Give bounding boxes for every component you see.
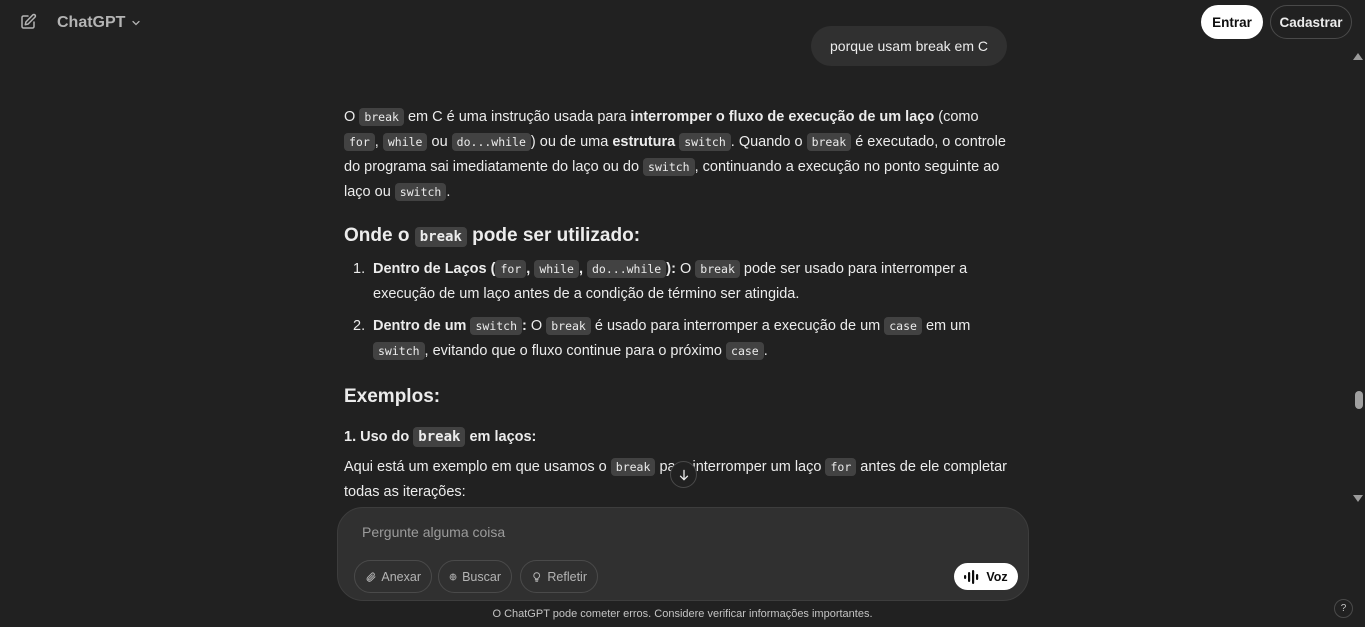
inline-code: do...while [451, 133, 531, 151]
inline-code: switch [394, 183, 447, 201]
chevron-down-icon [132, 20, 141, 26]
user-message: porque usam break em C [811, 26, 1007, 66]
inline-code: do...while [587, 260, 667, 278]
inline-code: switch [470, 317, 523, 335]
reason-button[interactable]: Refletir [520, 560, 598, 593]
inline-code: break [806, 133, 852, 151]
section-heading: Onde o break pode ser utilizado: [344, 225, 641, 247]
inline-code: case [726, 342, 764, 360]
ordered-list: 1. Dentro de Laços (for, while, do...whi… [344, 257, 1014, 364]
inline-code: while [382, 133, 428, 151]
scrollbar-thumb[interactable] [1355, 391, 1363, 409]
search-button[interactable]: Buscar [438, 560, 512, 593]
login-button[interactable]: Entrar [1201, 5, 1263, 39]
top-bar: ChatGPT Entrar Cadastrar [0, 0, 1365, 46]
inline-code: switch [373, 342, 425, 360]
disclaimer-text: O ChatGPT pode cometer erros. Considere … [492, 608, 873, 620]
inline-code: switch [643, 158, 695, 176]
scrollbar-up-arrow[interactable] [1353, 53, 1363, 60]
scroll-to-bottom-button[interactable] [670, 461, 697, 488]
globe-icon [449, 572, 457, 581]
subsection-heading: 1. Uso do break em laços: [344, 427, 537, 447]
answer-intro: O break em C é uma instrução usada para … [344, 108, 1006, 201]
inline-code: break [413, 427, 466, 447]
voice-button[interactable]: Voz [954, 563, 1018, 590]
inline-code: break [359, 108, 404, 126]
scrollbar-down-arrow[interactable] [1353, 495, 1363, 502]
composer: Pergunte alguma coisa Anexar Buscar Refl… [337, 507, 1029, 601]
paperclip-icon [366, 572, 376, 582]
arrow-down-icon [679, 469, 688, 480]
inline-code: for [825, 458, 857, 476]
inline-code: switch [679, 133, 731, 151]
voice-waveform-icon [964, 569, 979, 584]
new-chat-icon[interactable] [17, 11, 39, 33]
lightbulb-icon [533, 571, 541, 582]
inline-code: for [495, 260, 527, 278]
inline-code: break [414, 227, 467, 247]
prompt-input[interactable]: Pergunte alguma coisa [362, 524, 505, 540]
inline-code: break [695, 260, 740, 278]
inline-code: case [884, 317, 922, 335]
model-name: ChatGPT [57, 14, 126, 31]
list-item: 1. Dentro de Laços (for, while, do...whi… [353, 260, 968, 302]
inline-code: while [534, 260, 579, 278]
attach-button[interactable]: Anexar [354, 560, 432, 593]
section-heading: Exemplos: [344, 386, 441, 407]
inline-code: break [610, 458, 656, 476]
assistant-answer: O break em C é uma instrução usada para … [344, 105, 1014, 500]
list-item: 2. Dentro de um switch: O break é usado … [353, 317, 971, 360]
inline-code: for [344, 133, 375, 151]
signup-button[interactable]: Cadastrar [1270, 5, 1352, 39]
inline-code: break [546, 317, 591, 335]
model-selector[interactable]: ChatGPT [57, 13, 142, 33]
help-button[interactable]: ? [1334, 599, 1353, 618]
